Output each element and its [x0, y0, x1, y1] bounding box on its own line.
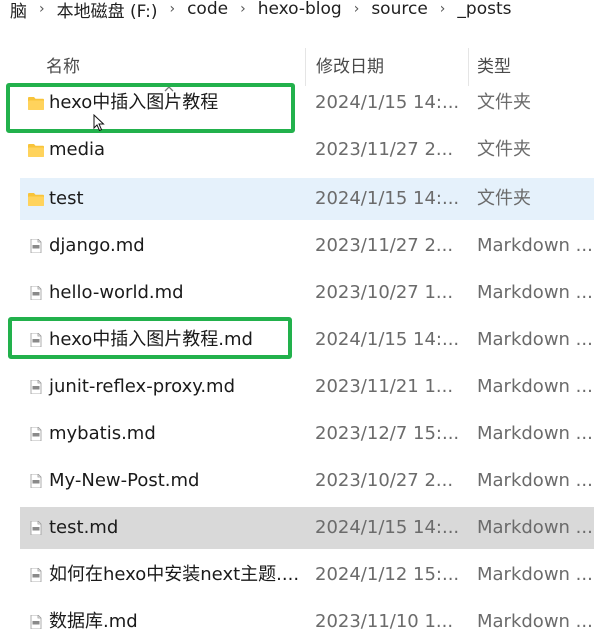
breadcrumb-item-drive[interactable]: 本地磁盘 (F:)	[57, 0, 158, 22]
chevron-right-icon: ›	[169, 1, 176, 17]
breadcrumb-item-this-pc[interactable]: 脑	[10, 0, 27, 22]
file-name: django.md	[49, 235, 145, 256]
file-date: 2023/11/10 1...	[315, 611, 454, 632]
file-type: Markdown ...	[477, 423, 593, 444]
file-date: 2023/11/27 2...	[315, 139, 454, 160]
markdown-file-icon	[30, 380, 42, 394]
markdown-file-icon	[30, 615, 42, 629]
file-date: 2023/10/27 1...	[315, 282, 454, 303]
file-date: 2023/12/7 15:...	[315, 423, 460, 444]
mouse-cursor-icon	[93, 114, 105, 132]
folder-icon	[28, 193, 44, 206]
chevron-right-icon: ›	[240, 1, 246, 17]
file-type: Markdown ...	[477, 282, 593, 303]
markdown-file-icon	[30, 568, 42, 582]
file-explorer-window: 脑 › 本地磁盘 (F:) › code › hexo-blog › sourc…	[0, 0, 596, 637]
file-type: Markdown ...	[477, 235, 593, 256]
list-item[interactable]: mybatis.md 2023/12/7 15:... Markdown ...	[20, 413, 594, 455]
list-item[interactable]: My-New-Post.md 2023/10/27 2... Markdown …	[20, 460, 594, 502]
chevron-right-icon: ›	[39, 1, 45, 17]
folder-icon	[28, 144, 44, 157]
file-type: Markdown ...	[477, 329, 593, 350]
file-name: My-New-Post.md	[49, 470, 200, 491]
list-item[interactable]: test.md 2024/1/15 14:... Markdown ...	[20, 507, 594, 549]
chevron-right-icon: ›	[439, 1, 446, 17]
column-divider[interactable]	[468, 48, 469, 86]
file-type: Markdown ...	[477, 470, 593, 491]
file-name: media	[49, 139, 106, 160]
breadcrumb: 脑 › 本地磁盘 (F:) › code › hexo-blog › sourc…	[0, 0, 596, 26]
annotation-highlight-box	[6, 83, 295, 133]
file-name: mybatis.md	[49, 423, 156, 444]
file-type: Markdown ...	[477, 564, 593, 585]
file-name: 如何在hexo中安装next主题....	[49, 564, 300, 585]
list-item[interactable]: media 2023/11/27 2... 文件夹	[20, 129, 594, 171]
file-date: 2024/1/15 14:...	[315, 329, 460, 350]
file-type: 文件夹	[477, 188, 531, 209]
file-name: test	[49, 188, 84, 209]
file-date: 2023/10/27 2...	[315, 470, 454, 491]
markdown-file-icon	[30, 239, 42, 253]
markdown-file-icon	[30, 427, 42, 441]
file-name: hello-world.md	[49, 282, 184, 303]
column-divider[interactable]	[305, 48, 306, 86]
file-type: Markdown ...	[477, 611, 593, 632]
list-item[interactable]: hello-world.md 2023/10/27 1... Markdown …	[20, 272, 594, 314]
list-item[interactable]: 数据库.md 2023/11/10 1... Markdown ...	[20, 601, 594, 637]
markdown-file-icon	[30, 286, 42, 300]
list-item[interactable]: junit-reflex-proxy.md 2023/11/21 1... Ma…	[20, 366, 594, 408]
list-item[interactable]: test 2024/1/15 14:... 文件夹	[20, 178, 594, 220]
file-name: junit-reflex-proxy.md	[49, 376, 236, 397]
file-date: 2024/1/15 14:...	[315, 188, 460, 209]
chevron-right-icon: ›	[353, 1, 360, 17]
file-date: 2023/11/21 1...	[315, 376, 454, 397]
annotation-highlight-box	[8, 317, 292, 359]
breadcrumb-item-code[interactable]: code	[187, 0, 228, 19]
file-date: 2024/1/12 15:...	[315, 564, 460, 585]
list-item[interactable]: 如何在hexo中安装next主题.... 2024/1/12 15:... Ma…	[20, 554, 594, 596]
file-date: 2023/11/27 2...	[315, 235, 454, 256]
file-name: 数据库.md	[49, 611, 138, 632]
list-item[interactable]: django.md 2023/11/27 2... Markdown ...	[20, 225, 594, 267]
file-type: 文件夹	[477, 92, 531, 113]
breadcrumb-item-hexo-blog[interactable]: hexo-blog	[258, 0, 342, 19]
file-name: test.md	[49, 517, 119, 538]
file-type: Markdown ...	[477, 376, 593, 397]
breadcrumb-item-posts[interactable]: _posts	[457, 0, 511, 19]
file-date: 2024/1/15 14:...	[315, 92, 460, 113]
markdown-file-icon	[30, 521, 42, 535]
file-type: 文件夹	[477, 139, 531, 160]
file-type: Markdown ...	[477, 517, 593, 538]
breadcrumb-item-source[interactable]: source	[371, 0, 427, 19]
markdown-file-icon	[30, 474, 42, 488]
file-date: 2024/1/15 14:...	[315, 517, 460, 538]
